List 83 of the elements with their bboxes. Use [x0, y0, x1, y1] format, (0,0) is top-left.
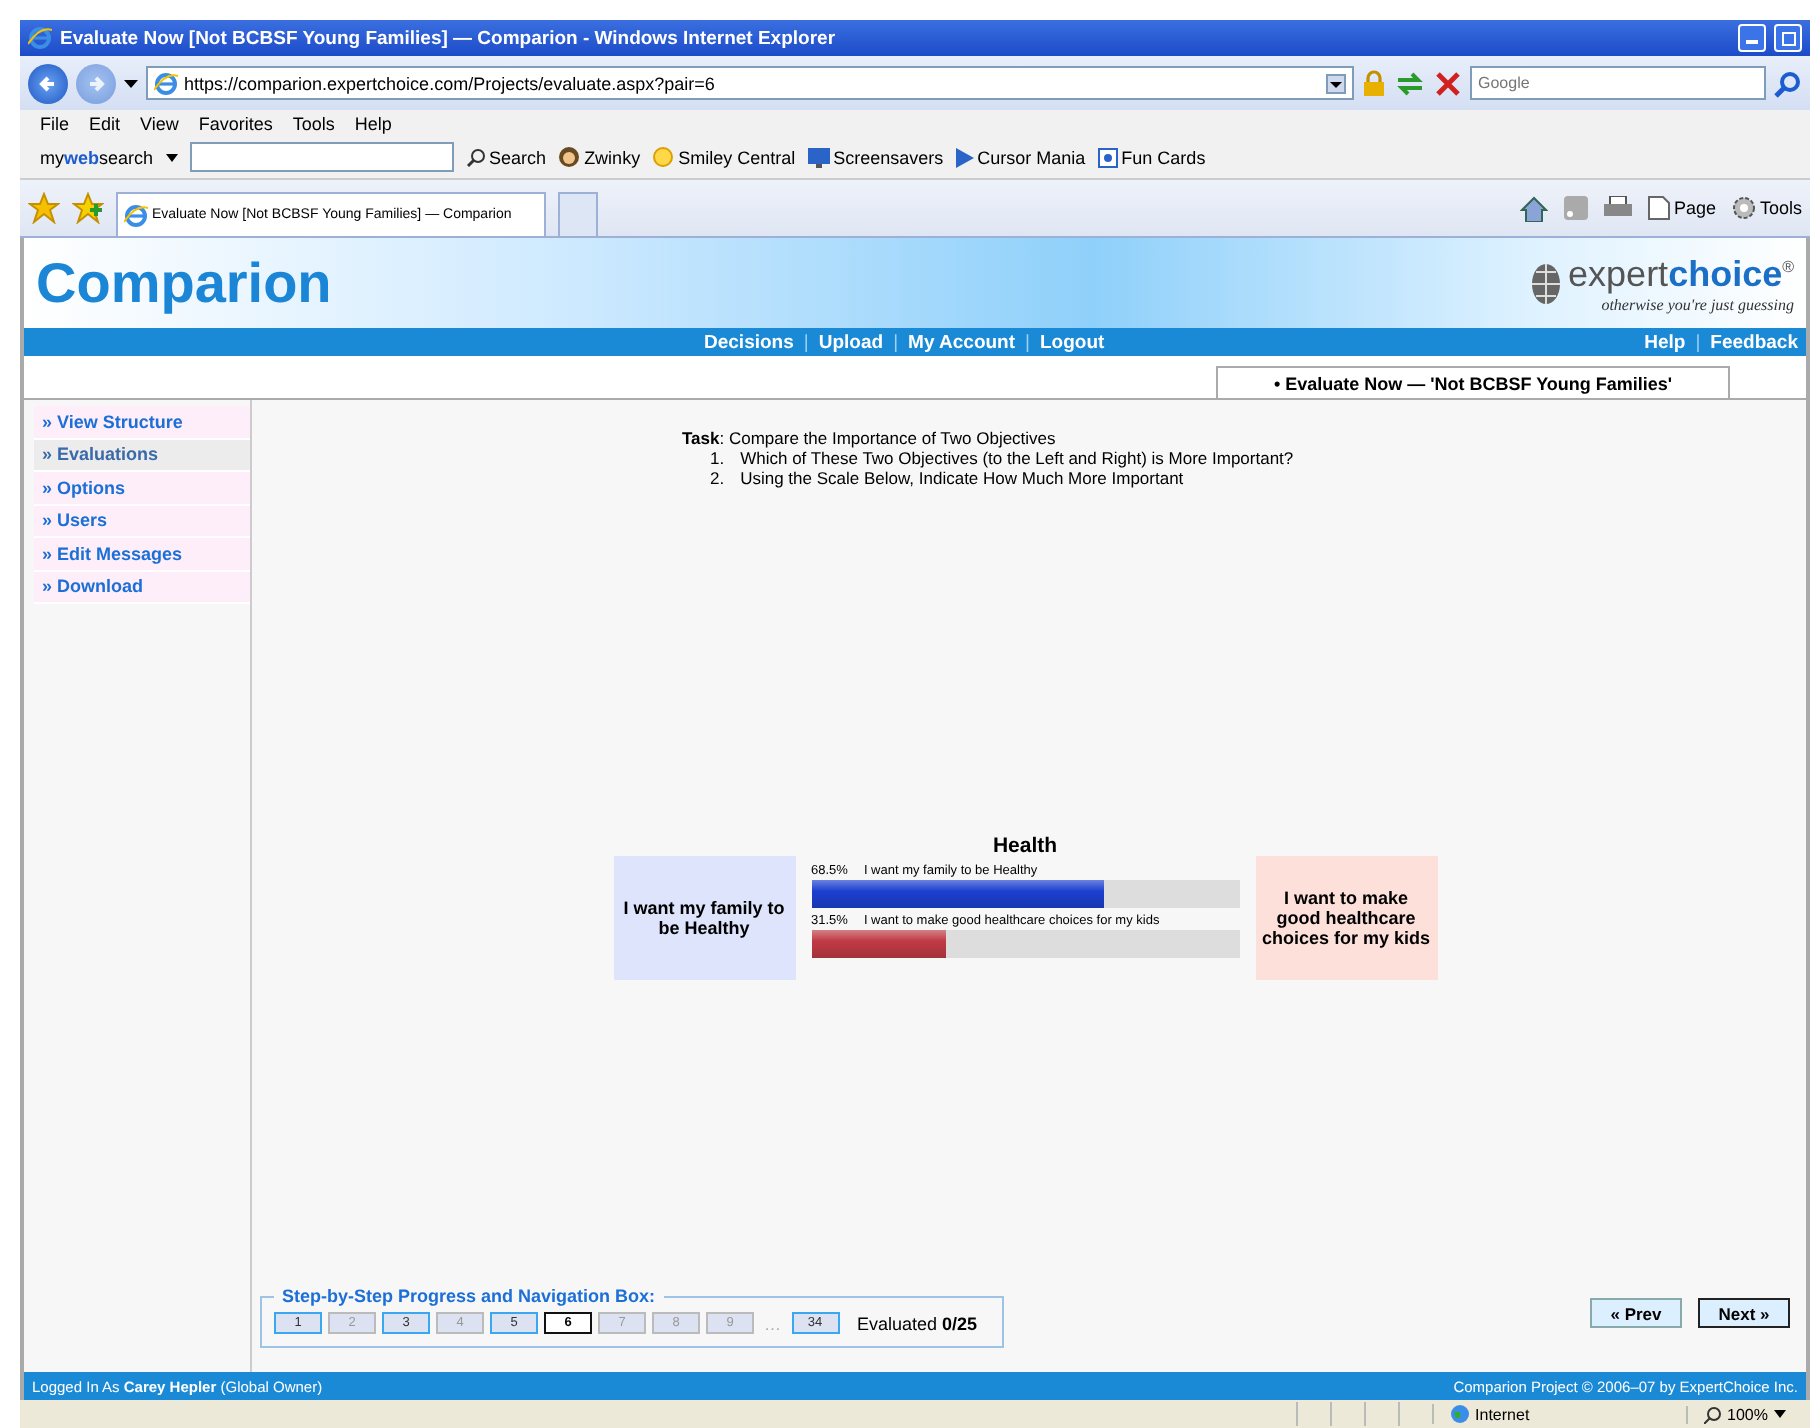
add-favorite-icon[interactable]: [72, 192, 104, 224]
dropdown-arrow-icon[interactable]: [165, 153, 178, 161]
tools-menu[interactable]: Tools: [1731, 196, 1802, 220]
ellipsis: …: [762, 1313, 783, 1333]
criterion-title: Health: [990, 834, 1060, 858]
search-field[interactable]: Google: [1470, 66, 1766, 100]
maximize-button[interactable]: [1774, 24, 1802, 52]
menu-item[interactable]: Favorites: [198, 113, 273, 133]
maximize-icon: [1781, 31, 1795, 45]
dropdown-arrow-icon[interactable]: [124, 79, 138, 87]
nav-separator: |: [1695, 331, 1701, 353]
nav-separator: |: [893, 331, 899, 353]
gear-icon: [1731, 196, 1756, 220]
menu-item[interactable]: Help: [354, 113, 392, 133]
monitor-icon: [807, 147, 830, 167]
toolbar-search-field[interactable]: [189, 142, 454, 172]
browser-logo-icon: [28, 26, 52, 50]
favorites-star-icon[interactable]: [28, 192, 60, 224]
step-number: 2.: [710, 468, 725, 488]
dropdown-arrow-icon: [1774, 1410, 1786, 1418]
minimize-button[interactable]: [1738, 24, 1766, 52]
sidebar-item[interactable]: » Users: [34, 505, 250, 538]
step-text: Using the Scale Below, Indicate How Much More Important: [740, 468, 1184, 488]
menu-item[interactable]: Edit: [89, 113, 121, 133]
brand-tagline: otherwise you're just guessing: [1601, 295, 1794, 313]
nav-link[interactable]: Logout: [1039, 331, 1105, 353]
toolbar-link[interactable]: Zwinky: [584, 147, 641, 167]
task-text: Task: Compare the Importance of Two Objectives: [682, 428, 1058, 448]
nav-link[interactable]: Upload: [818, 331, 884, 353]
magnifier-icon: [1703, 1405, 1722, 1423]
nav-separator: |: [1025, 331, 1030, 353]
step-number: 1.: [710, 448, 725, 468]
nav-link[interactable]: Decisions: [704, 331, 794, 353]
toolbar-brand: mywebsearch: [40, 147, 154, 167]
home-icon[interactable]: [1519, 195, 1548, 221]
browser-logo-icon: [124, 203, 148, 227]
evaluated-count: Evaluated 0/25: [857, 1313, 978, 1333]
page-tab[interactable]: • Evaluate Now — 'Not BCBSF Young Families': [1216, 366, 1730, 398]
address-field[interactable]: https://comparion.expertchoice.com/Projects/evaluate.aspx?pair=6: [146, 66, 1354, 100]
zoom-control[interactable]: 100%: [1685, 1405, 1802, 1423]
toolbar-link[interactable]: Search: [489, 147, 547, 167]
toolbar-link[interactable]: Cursor Mania: [977, 147, 1086, 167]
card-icon: [1097, 147, 1118, 167]
back-arrow-icon: [38, 73, 58, 93]
brand-logo: expertchoice$^{®}$: [1568, 253, 1794, 295]
browser-logo-icon: [154, 71, 178, 95]
menu-item[interactable]: View: [140, 113, 179, 133]
search-icon: [465, 147, 486, 167]
step-text: Which of These Two Objectives (to the Left and Right) is More Important?: [740, 448, 1294, 468]
printer-icon[interactable]: [1603, 196, 1632, 220]
page-icon: [1647, 196, 1670, 220]
right-objective[interactable]: I want to make good healthcare choices for my kids: [1255, 856, 1437, 980]
sidebar-item[interactable]: » Edit Messages: [34, 538, 250, 571]
menu-item[interactable]: Tools: [292, 113, 335, 133]
menu-item[interactable]: File: [40, 113, 70, 133]
sidebar-item[interactable]: » Evaluations: [34, 439, 250, 472]
security-zone: Internet: [1475, 1405, 1530, 1423]
search-icon[interactable]: [1774, 69, 1802, 97]
left-objective[interactable]: I want my family to be Healthy: [613, 856, 795, 980]
refresh-icon[interactable]: [1394, 69, 1426, 97]
prev-button[interactable]: « Prev: [1590, 1298, 1682, 1328]
window-title: Evaluate Now [Not BCBSF Young Families] — Comparion - Windows Internet Explorer: [60, 27, 836, 49]
nav-link[interactable]: Help: [1644, 331, 1686, 353]
globe-logo-icon: [1530, 261, 1563, 305]
lock-icon: [1362, 70, 1386, 96]
globe-icon: [1449, 1404, 1470, 1424]
nav-separator: |: [803, 331, 809, 353]
back-button[interactable]: [28, 63, 68, 103]
feed-icon[interactable]: [1563, 196, 1588, 220]
progress-box-title: Step-by-Step Progress and Navigation Box:: [280, 1286, 658, 1306]
app-logo: Comparion: [36, 251, 332, 315]
sidebar-item[interactable]: » Download: [34, 571, 250, 604]
toolbar-link[interactable]: Smiley Central: [678, 147, 796, 167]
toolbar-link[interactable]: Screensavers: [833, 147, 944, 167]
toolbar-link[interactable]: Fun Cards: [1121, 147, 1206, 167]
stop-icon[interactable]: [1434, 69, 1462, 97]
sidebar-item[interactable]: » View Structure: [34, 406, 250, 439]
nav-link[interactable]: Feedback: [1710, 331, 1798, 353]
forward-arrow-icon: [86, 73, 106, 93]
page-menu[interactable]: Page: [1647, 196, 1716, 220]
nav-link[interactable]: My Account: [908, 331, 1016, 353]
next-button[interactable]: Next »: [1698, 1298, 1790, 1328]
sidebar-item[interactable]: » Options: [34, 472, 250, 505]
